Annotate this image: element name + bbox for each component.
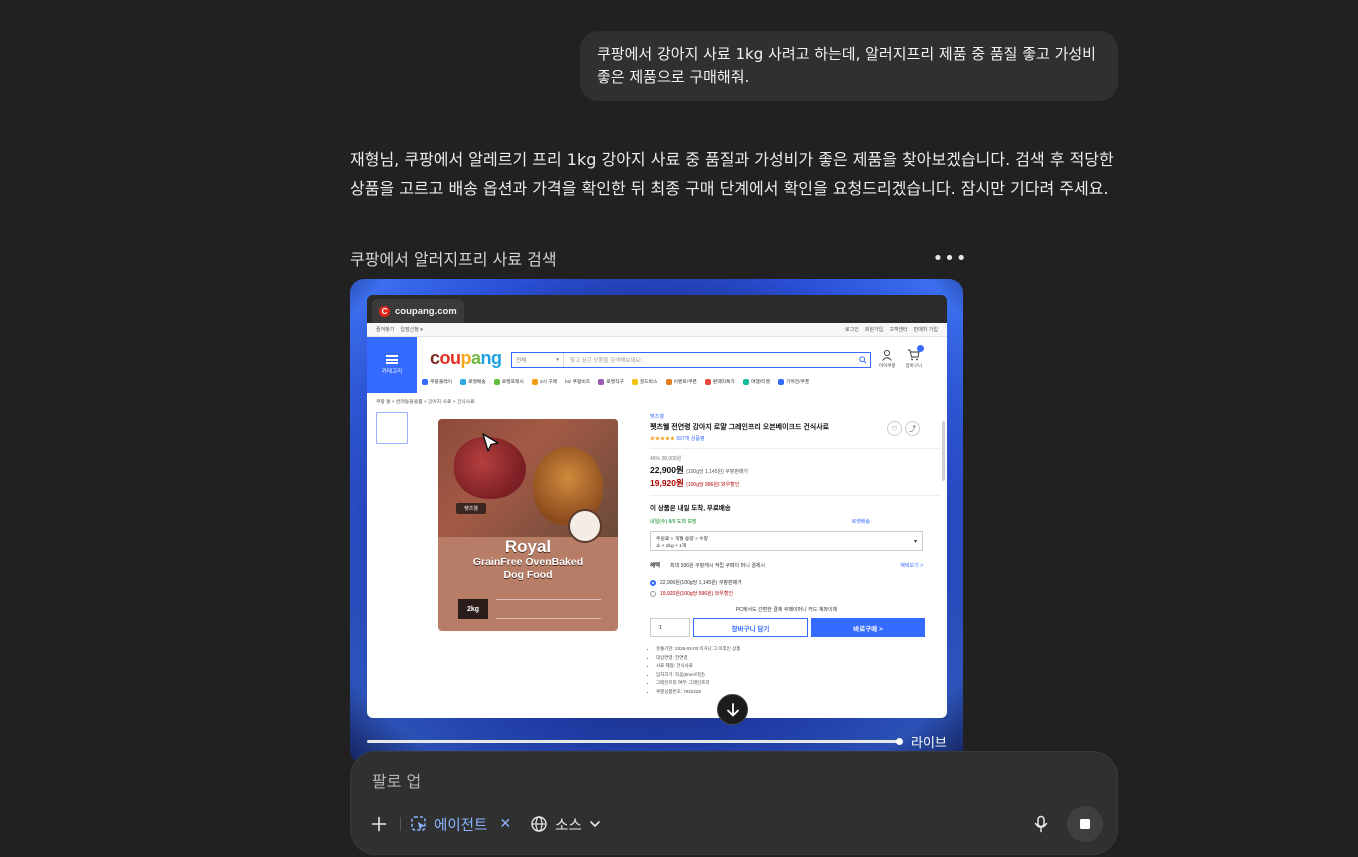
delivery-eta: 내일(수) 8/6 도착 보장 로켓배송	[650, 519, 870, 525]
stop-icon[interactable]	[1067, 806, 1103, 842]
menu-icon	[386, 355, 398, 364]
my-coupang-button[interactable]: 마이쿠팡	[879, 349, 896, 369]
product-rating[interactable]: ★★★★★ 597개 상품평	[650, 435, 940, 442]
topbar-link[interactable]: 입점신청 ▾	[400, 326, 422, 333]
site-header: 카테고리 coupang 전체 ▾ 찾고 싶은 상품을 검색해보세요! 마이쿠팡…	[367, 337, 947, 393]
add-to-cart-button[interactable]: 장바구니 담기	[693, 618, 808, 637]
product-brand[interactable]: 펫츠웰	[650, 413, 940, 420]
agent-chip[interactable]: 에이전트 ✕	[410, 814, 511, 835]
agent-icon	[411, 816, 426, 831]
package-brand: 펫츠웰	[456, 503, 486, 514]
quicknav-item[interactable]: biz 쿠팡비즈	[565, 378, 590, 385]
quicknav-item[interactable]: 2시 구매	[531, 378, 557, 385]
wow-price: 19,920원 (100g당 996원) 와우할인	[650, 478, 740, 488]
product-image[interactable]: 펫츠웰 Royal GrainFree OvenBaked Dog Food 2…	[438, 419, 618, 631]
search-input[interactable]: 찾고 싶은 상품을 검색해보세요!	[564, 356, 856, 364]
quick-nav: 쿠팡플레이 로켓배송 로켓프레시 2시 구매 biz 쿠팡비즈 로켓직구 골드박…	[422, 378, 942, 385]
topbar-link[interactable]: 즐겨찾기	[376, 326, 394, 333]
header-icons: 마이쿠팡 장바구니	[879, 345, 925, 369]
cart-button[interactable]: 장바구니	[906, 345, 925, 369]
browser-tabbar: C coupang.com	[367, 295, 947, 323]
chevron-down-icon	[589, 821, 600, 827]
page-scrollbar[interactable]	[942, 421, 945, 481]
cursor-icon	[482, 433, 499, 452]
package-title-3: Dog Food	[503, 569, 553, 581]
quicknav-item[interactable]: 여행/티켓	[742, 378, 770, 385]
close-icon[interactable]: ✕	[499, 816, 511, 832]
quicknav-item[interactable]: 판매자특가	[704, 378, 735, 385]
pc-payment-info: PC에서도 간편한 결제 쿠페이머니 카드 계좌이체	[735, 607, 838, 613]
original-price: 46% 38,000원	[650, 456, 682, 462]
globe-icon	[531, 816, 547, 832]
package-info	[496, 599, 601, 619]
topbar-link[interactable]: 판매자 가입	[914, 326, 938, 333]
purchase-row: 1 장바구니 담기 바로구매 >	[650, 618, 940, 637]
package-title-1: Royal	[504, 537, 552, 556]
breadcrumb[interactable]: 쿠팡 홈 > 반려동물용품 > 강아지 사료 > 건식사료	[376, 398, 475, 405]
heart-icon[interactable]: ♡	[887, 421, 902, 436]
quicknav-item[interactable]: 이벤트/쿠폰	[665, 378, 697, 385]
topbar-link[interactable]: 고객센터	[889, 326, 907, 333]
browser-preview[interactable]: C coupang.com 즐겨찾기 입점신청 ▾ 로그인 회원가입 고객센터 …	[350, 279, 963, 764]
category-button[interactable]: 카테고리	[367, 337, 417, 393]
category-label: 카테고리	[381, 369, 403, 375]
cart-badge	[917, 345, 925, 352]
topbar-link[interactable]: 회원가입	[865, 326, 883, 333]
quicknav-item[interactable]: 골드박스	[631, 378, 658, 385]
coupang-page: 즐겨찾기 입점신청 ▾ 로그인 회원가입 고객센터 판매자 가입 카테고리 co…	[367, 323, 947, 718]
search-category-select[interactable]: 전체 ▾	[512, 353, 564, 367]
user-icon	[882, 349, 893, 361]
user-message: 쿠팡에서 강아지 사료 1kg 사려고 하는데, 알러지프리 제품 중 품질 좋…	[580, 31, 1118, 101]
follow-up-input[interactable]: 팔로 업	[372, 768, 421, 792]
product-specs: 유통기한: 2026-02-03 이거나 그 이후인 상품 대상연령: 전연령 …	[650, 645, 940, 696]
quicknav-item[interactable]: 로켓프레시	[493, 378, 524, 385]
site-topbar: 즐겨찾기 입점신청 ▾ 로그인 회원가입 고객센터 판매자 가입	[367, 323, 947, 337]
coupang-logo[interactable]: coupang	[430, 348, 502, 369]
quantity-stepper[interactable]: 1	[650, 618, 690, 637]
browser-window: C coupang.com 즐겨찾기 입점신청 ▾ 로그인 회원가입 고객센터 …	[367, 295, 947, 718]
package-weight: 2kg	[458, 599, 488, 619]
source-chip[interactable]: 소스	[530, 814, 601, 835]
live-label: 라이브	[911, 736, 947, 751]
plus-icon[interactable]	[365, 810, 393, 838]
quicknav-item[interactable]: 쿠팡플레이	[422, 378, 452, 385]
benefit-more-link[interactable]: 혜택보기 >	[900, 562, 923, 569]
quicknav-item[interactable]: 로켓배송	[460, 378, 486, 385]
composer: 팔로 업 에이전트 ✕ 소스	[350, 751, 1118, 855]
replay-progress[interactable]	[367, 738, 903, 745]
arrow-down-icon[interactable]	[717, 694, 748, 725]
assistant-message: 재형님, 쿠팡에서 알레르기 프리 1kg 강아지 사료 중 품질과 가성비가 …	[350, 150, 1114, 198]
option-select[interactable]: 주원료 × 개월 용량 × 수량 소 × 2kg × 1개	[650, 531, 923, 551]
price-option[interactable]: 22,900원(100g당 1,145원) 쿠팡판매가	[650, 579, 940, 586]
product-thumbnail[interactable]	[376, 412, 408, 444]
price-options: 22,900원(100g당 1,145원) 쿠팡판매가 19,920원(100g…	[650, 579, 940, 597]
topbar-link[interactable]: 로그인	[845, 326, 859, 333]
product-detail: 펫츠웰 펫츠웰 전연령 강아지 로얄 그레인프리 오븐베이크드 건식사료 ★★★…	[650, 413, 940, 696]
sale-price: 22,900원 (100g당 1,145원) 쿠팡판매가	[650, 465, 749, 475]
coupang-favicon-icon: C	[379, 305, 390, 317]
price-option[interactable]: 19,920원(100g당 996원) 와우할인	[650, 590, 940, 597]
site-search[interactable]: 전체 ▾ 찾고 싶은 상품을 검색해보세요!	[511, 352, 871, 368]
mic-icon[interactable]	[1027, 810, 1055, 838]
tab-label: coupang.com	[395, 305, 457, 317]
browser-tab[interactable]: C coupang.com	[372, 299, 464, 323]
benefit-row: 혜택 최대 936원 쿠팡캐시 적립 쿠페이 머니 결제시 혜택보기 >	[650, 562, 923, 570]
toolbar-divider	[400, 817, 401, 831]
progress-knob[interactable]	[896, 738, 903, 745]
shipping-info: 이 상품은 내일 도착, 무료배송	[650, 505, 731, 512]
more-icon[interactable]: •••	[933, 246, 967, 270]
package-title-2: GrainFree OvenBaked	[472, 556, 584, 568]
task-header: 쿠팡에서 알러지프리 사료 검색 •••	[350, 244, 967, 272]
chat-page: 쿠팡에서 강아지 사료 1kg 사려고 하는데, 알러지프리 제품 중 품질 좋…	[0, 0, 1358, 857]
quicknav-item[interactable]: 로켓직구	[598, 378, 624, 385]
search-icon[interactable]	[856, 356, 870, 364]
task-title: 쿠팡에서 알러지프리 사료 검색	[350, 250, 557, 269]
quicknav-item[interactable]: 기획전/쿠폰	[777, 378, 809, 385]
buy-now-button[interactable]: 바로구매 >	[811, 618, 925, 637]
product-actions: ♡ ⤴	[887, 421, 920, 436]
composer-toolbar: 에이전트 ✕ 소스	[365, 806, 1103, 842]
share-icon[interactable]: ⤴	[905, 421, 920, 436]
